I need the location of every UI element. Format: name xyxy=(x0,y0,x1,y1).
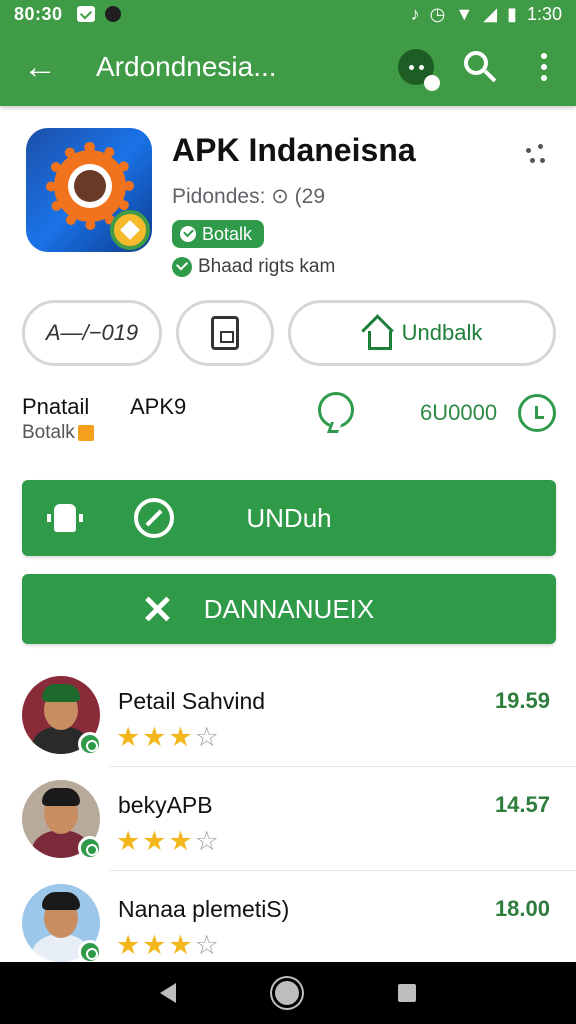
signal-icon: ◢ xyxy=(483,3,498,24)
more-vert-icon[interactable] xyxy=(512,28,576,106)
list-item[interactable]: Nanaa plemetiS) ★★★☆ 18.00 xyxy=(22,884,556,970)
app-toolbar: ← Ardondnesia... xyxy=(0,28,576,106)
verified-check-icon xyxy=(172,257,192,277)
download-button[interactable]: UNDuh xyxy=(22,480,556,556)
header-more-icon[interactable] xyxy=(526,144,550,168)
alarm-icon: ◷ xyxy=(429,3,446,24)
app-notification-icon xyxy=(104,6,121,22)
info-sub: Botalk xyxy=(22,422,94,444)
divider xyxy=(110,870,576,871)
info-sub-label: Botalk xyxy=(22,422,75,443)
signature-chip-label: A—/−019 xyxy=(45,320,139,345)
wifi-icon: ▼ xyxy=(455,3,474,24)
link-icon xyxy=(134,498,174,538)
nav-back-icon[interactable] xyxy=(159,983,176,1003)
chat-icon[interactable] xyxy=(384,28,448,106)
document-icon xyxy=(211,316,239,350)
info-row: Pnatail APK9 Botalk 6U0000 xyxy=(22,392,556,452)
nav-home-icon[interactable] xyxy=(274,981,299,1005)
verified-badge-icon xyxy=(78,836,102,860)
status-clock: 1:30 xyxy=(526,3,562,24)
rating-stars: ★★★☆ xyxy=(116,722,221,752)
reviewer-name: bekyAPB xyxy=(118,792,213,818)
home-icon xyxy=(362,319,392,350)
app-header: APK Indaneisna Pidondes: ⊙ (29 Botalk Bh… xyxy=(0,120,576,290)
info-label-apk: APK9 xyxy=(130,394,187,419)
download-button-label: UNDuh xyxy=(246,502,332,533)
toolbar-title: Ardondnesia... xyxy=(96,51,277,82)
battery-icon: ▮ xyxy=(507,3,517,24)
review-score: 19.59 xyxy=(494,688,550,713)
review-score: 18.00 xyxy=(494,896,550,921)
action-chips: A—/−019 Undbalk xyxy=(22,300,556,368)
arrow-left-icon[interactable]: ← xyxy=(0,28,80,106)
rating-stars: ★★★☆ xyxy=(116,826,221,856)
divider xyxy=(110,766,576,767)
app-title: APK Indaneisna xyxy=(172,132,416,168)
list-item[interactable]: Petail Sahvind ★★★☆ 19.59 xyxy=(22,676,556,762)
flag-icon xyxy=(77,425,94,441)
status-time: 80:30 xyxy=(14,3,63,24)
rating-stars: ★★★☆ xyxy=(116,930,221,960)
vibrate-icon: ♪ xyxy=(410,3,420,24)
app-logo-icon xyxy=(26,128,152,252)
category-badge-label: Botalk xyxy=(202,223,253,244)
reviewer-name: Petail Sahvind xyxy=(118,688,266,714)
verified-badge-icon xyxy=(78,940,102,964)
secondary-button[interactable]: DANNANUEIX xyxy=(22,574,556,644)
clock-icon[interactable] xyxy=(518,394,556,432)
check-icon xyxy=(180,226,196,242)
category-badge[interactable]: Botalk xyxy=(172,220,265,248)
download-chip[interactable]: Undbalk xyxy=(288,300,556,366)
download-count: 6U0000 xyxy=(420,400,498,425)
search-icon[interactable] xyxy=(448,28,512,106)
android-icon xyxy=(47,504,83,532)
status-bar: 80:30 ♪ ◷ ▼ ◢ ▮ 1:30 xyxy=(0,0,576,28)
download-chip-label: Undbalk xyxy=(401,320,483,345)
verified-text: Bhaad rigts kam xyxy=(198,256,336,277)
signature-chip[interactable]: A—/−019 xyxy=(22,300,162,366)
reviewer-name: Nanaa plemetiS) xyxy=(118,896,290,922)
nav-recents-icon[interactable] xyxy=(398,984,417,1002)
verified-line: Bhaad rigts kam xyxy=(172,256,335,278)
secondary-button-label: DANNANUEIX xyxy=(203,593,375,624)
info-label-detail: Pnatail xyxy=(22,394,90,419)
document-chip[interactable] xyxy=(176,300,274,366)
system-nav-bar xyxy=(0,962,576,1024)
notification-icon xyxy=(76,6,95,22)
app-developer: Pidondes: ⊙ (29 xyxy=(172,185,326,208)
review-score: 14.57 xyxy=(494,792,550,817)
comment-icon[interactable] xyxy=(318,392,354,428)
verified-badge-icon xyxy=(78,732,102,756)
close-icon xyxy=(144,596,170,622)
list-item[interactable]: bekyAPB ★★★☆ 14.57 xyxy=(22,780,556,866)
